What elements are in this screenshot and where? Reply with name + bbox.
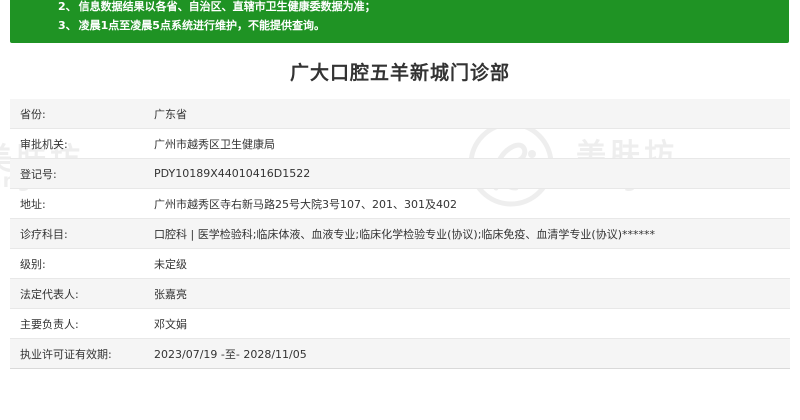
field-value: 广东省 (154, 99, 790, 129)
field-value: 未定级 (154, 248, 790, 279)
field-value: 张嘉亮 (154, 278, 790, 309)
notice-line-2: 2、 信息数据结果以各省、自治区、直辖市卫生健康委数据为准； (58, 0, 376, 14)
field-label: 法定代表人: (10, 278, 154, 309)
field-value: PDY10189X44010416D1522 (154, 158, 790, 189)
field-value: 2023/07/19 -至- 2028/11/05 (154, 338, 790, 369)
notice-number: 3、 (58, 19, 77, 32)
table-row: 法定代表人: 张嘉亮 (10, 278, 790, 309)
table-row: 级别: 未定级 (10, 248, 790, 279)
table-row: 省份: 广东省 (10, 99, 790, 129)
page-title: 广大口腔五羊新城门诊部 (289, 62, 510, 84)
field-value: 广州市越秀区卫生健康局 (154, 128, 790, 159)
institution-info-table: 省份: 广东省 审批机关: 广州市越秀区卫生健康局 登记号: PDY10189X… (10, 99, 790, 369)
table-row: 地址: 广州市越秀区寺右新马路25号大院3号107、201、301及402 (10, 188, 790, 219)
field-value: 广州市越秀区寺右新马路25号大院3号107、201、301及402 (154, 188, 790, 219)
field-label: 审批机关: (10, 128, 154, 159)
field-label: 级别: (10, 248, 154, 279)
notice-text: 信息数据结果以各省、自治区、直辖市卫生健康委数据为准； (78, 0, 376, 13)
table-row: 主要负责人: 邓文娟 (10, 308, 790, 339)
field-label: 执业许可证有效期: (10, 338, 154, 369)
field-label: 省份: (10, 99, 154, 129)
field-value: 口腔科 | 医学检验科;临床体液、血液专业;临床化学检验专业(协议);临床免疫、… (154, 218, 790, 249)
notice-line-3: 3、 凌晨1点至凌晨5点系统进行维护，不能提供查询。 (58, 19, 325, 33)
table-row: 执业许可证有效期: 2023/07/19 -至- 2028/11/05 (10, 338, 790, 369)
table-row: 登记号: PDY10189X44010416D1522 (10, 158, 790, 189)
notice-number: 2、 (58, 0, 77, 13)
field-label: 地址: (10, 188, 154, 219)
field-label: 主要负责人: (10, 308, 154, 339)
field-label: 登记号: (10, 158, 154, 189)
table-row: 诊疗科目: 口腔科 | 医学检验科;临床体液、血液专业;临床化学检验专业(协议)… (10, 218, 790, 249)
notice-text: 凌晨1点至凌晨5点系统进行维护，不能提供查询。 (78, 19, 325, 32)
field-value: 邓文娟 (154, 308, 790, 339)
table-row: 审批机关: 广州市越秀区卫生健康局 (10, 128, 790, 159)
notice-banner: 2、 信息数据结果以各省、自治区、直辖市卫生健康委数据为准； 3、 凌晨1点至凌晨5… (10, 0, 789, 43)
field-label: 诊疗科目: (10, 218, 154, 249)
